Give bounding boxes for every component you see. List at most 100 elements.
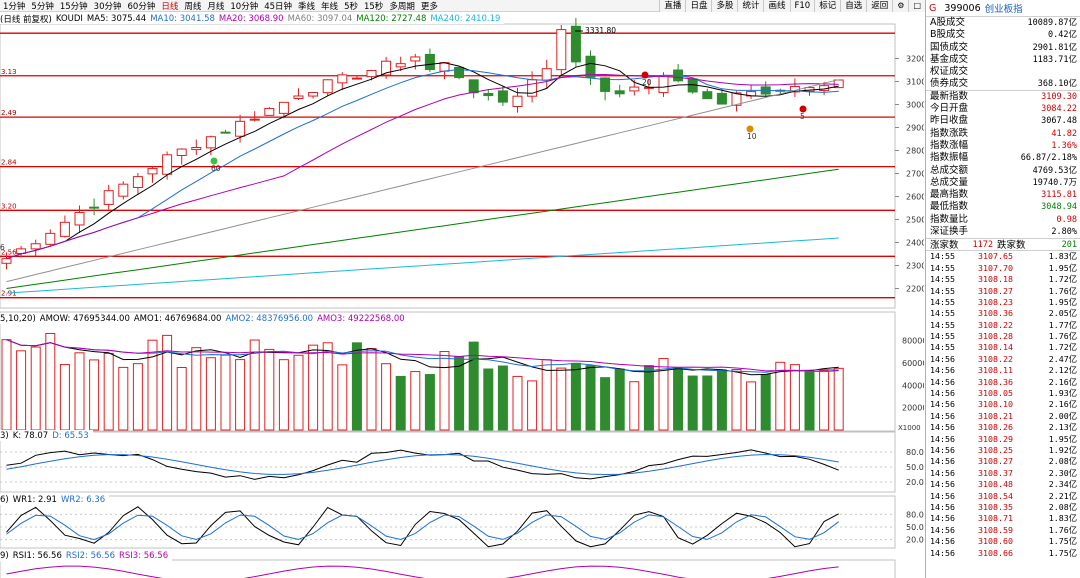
volume-bar[interactable]	[351, 342, 362, 431]
candle-body[interactable]	[278, 101, 289, 114]
candle-body[interactable]	[483, 92, 494, 97]
candle-body[interactable]	[103, 190, 114, 205]
index-name[interactable]: 创业板指	[985, 1, 1023, 15]
index-code[interactable]: 399006	[944, 3, 980, 14]
volume-bar[interactable]	[191, 347, 202, 431]
volume-bar[interactable]	[235, 359, 246, 431]
volume-bar[interactable]	[132, 363, 143, 431]
tick-amount: 2.13亿	[1048, 422, 1077, 433]
volume-bar[interactable]	[497, 365, 508, 431]
candle-body[interactable]	[497, 90, 508, 103]
candle-body[interactable]	[264, 108, 275, 116]
candle-body[interactable]	[1, 258, 12, 264]
volume-bar[interactable]	[454, 356, 465, 431]
candle-body[interactable]	[147, 168, 158, 175]
volume-bar[interactable]	[220, 354, 231, 431]
candle-body[interactable]	[293, 95, 304, 100]
volume-bar[interactable]	[1, 339, 12, 431]
volume-bar[interactable]	[366, 347, 377, 431]
volume-bar[interactable]	[337, 364, 348, 431]
candle-body[interactable]	[205, 136, 216, 149]
volume-bar[interactable]	[381, 363, 392, 431]
volume-bar[interactable]	[673, 367, 684, 431]
volume-bar[interactable]	[556, 367, 567, 431]
candle-body[interactable]	[74, 212, 85, 226]
volume-bar[interactable]	[643, 365, 654, 431]
volume-bar[interactable]	[600, 377, 611, 431]
candle-body[interactable]	[162, 154, 173, 175]
volume-bar[interactable]	[205, 357, 216, 431]
volume-bar[interactable]	[819, 370, 830, 431]
volume-bar[interactable]	[731, 369, 742, 431]
volume-bar[interactable]	[45, 332, 56, 431]
volume-bar[interactable]	[89, 359, 100, 431]
kline-chart-area[interactable]: 3200 3100 3000 2900 2800 2700 2600 2500 2400 2300…	[0, 0, 924, 578]
candle-body[interactable]	[337, 74, 348, 84]
volume-bar[interactable]	[629, 381, 640, 431]
volume-bar[interactable]	[118, 366, 129, 431]
candle-body[interactable]	[424, 53, 435, 71]
candle-body[interactable]	[191, 146, 202, 151]
volume-bar[interactable]	[176, 367, 187, 431]
candle-body[interactable]	[454, 66, 465, 79]
candle-body[interactable]	[30, 243, 41, 250]
candle-body[interactable]	[249, 118, 260, 121]
volume-bar[interactable]	[103, 352, 114, 431]
candle-body[interactable]	[89, 206, 100, 209]
volume-bar[interactable]	[789, 364, 800, 431]
volume-bar[interactable]	[570, 362, 581, 431]
volume-bar[interactable]	[833, 367, 844, 431]
volume-bar[interactable]	[512, 375, 523, 431]
candle-body[interactable]	[176, 148, 187, 156]
volume-bar[interactable]	[264, 348, 275, 431]
candle-body[interactable]	[570, 25, 581, 63]
candle-body[interactable]	[45, 232, 56, 245]
volume-bar[interactable]	[527, 380, 538, 431]
candle-body[interactable]	[658, 75, 669, 94]
candle-body[interactable]	[366, 70, 377, 78]
candle-body[interactable]	[468, 79, 479, 94]
candle-body[interactable]	[556, 29, 567, 71]
volume-bar[interactable]	[410, 371, 421, 431]
candle-body[interactable]	[716, 92, 727, 105]
candle-body[interactable]	[308, 92, 319, 97]
volume-bar[interactable]	[716, 369, 727, 431]
candle-body[interactable]	[59, 221, 70, 237]
volume-bar[interactable]	[424, 374, 435, 431]
volume-bar[interactable]	[585, 365, 596, 431]
volume-bar[interactable]	[439, 351, 450, 431]
volume-bar[interactable]	[614, 368, 625, 431]
candle-body[interactable]	[629, 86, 640, 92]
indicator-name[interactable]: KOUDI	[56, 14, 83, 24]
volume-bar[interactable]	[162, 334, 173, 431]
candle-body[interactable]	[132, 176, 143, 188]
volume-bar[interactable]	[746, 381, 757, 431]
tick-list[interactable]: 14:55 3107.65 1.83亿 14:55 3107.70 1.95亿 14:55 3…	[926, 251, 1080, 559]
volume-bar[interactable]	[760, 373, 771, 431]
candle-body[interactable]	[322, 79, 333, 94]
candle-body[interactable]	[541, 68, 552, 81]
volume-bar[interactable]	[16, 350, 27, 431]
volume-bar[interactable]	[59, 364, 70, 431]
candle-body[interactable]	[512, 95, 523, 107]
candle-body[interactable]	[395, 63, 406, 68]
volume-bar[interactable]	[483, 368, 494, 431]
volume-bar[interactable]	[308, 344, 319, 431]
candle-body[interactable]	[351, 77, 362, 80]
volume-bar[interactable]	[687, 375, 698, 431]
volume-bar[interactable]	[395, 375, 406, 431]
candle-body[interactable]	[702, 91, 713, 100]
candle-body[interactable]	[614, 90, 625, 95]
volume-bar[interactable]	[278, 359, 289, 431]
stat-row: 国债成交 2901.81亿	[926, 42, 1080, 54]
volume-bar[interactable]	[804, 370, 815, 431]
candle-body[interactable]	[410, 56, 421, 62]
volume-bar[interactable]	[74, 352, 85, 431]
candle-body[interactable]	[235, 120, 246, 137]
volume-bar[interactable]	[293, 354, 304, 431]
volume-bar[interactable]	[322, 342, 333, 431]
candle-body[interactable]	[220, 131, 231, 134]
volume-bar[interactable]	[702, 375, 713, 431]
candle-body[interactable]	[118, 183, 129, 197]
volume-bar[interactable]	[30, 346, 41, 431]
